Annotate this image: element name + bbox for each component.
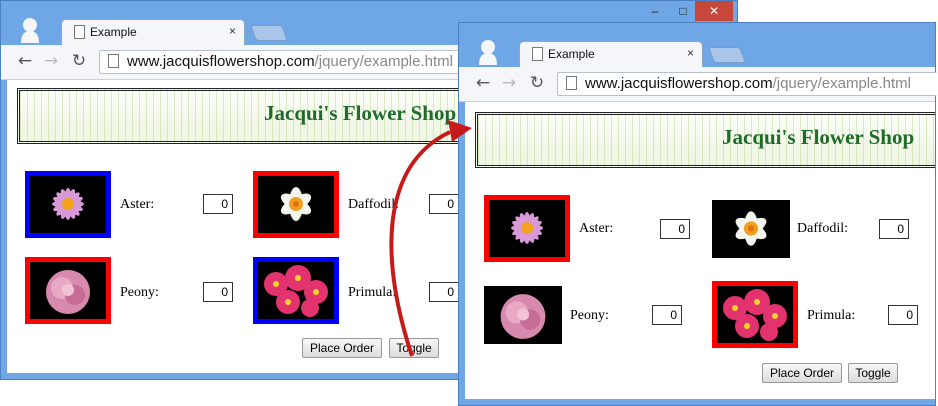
flower-label: Primula:	[348, 285, 397, 300]
toggle-button[interactable]: Toggle	[389, 338, 439, 358]
profile-avatar-icon[interactable]	[477, 39, 499, 65]
flower-label: Aster:	[120, 197, 155, 212]
primula-image[interactable]	[712, 281, 798, 348]
tab-strip: Example ×	[459, 23, 935, 67]
url-path: /jquery/example.html	[314, 53, 453, 70]
daffodil-image[interactable]	[253, 171, 339, 238]
peony-quantity-input[interactable]: 0	[652, 305, 682, 325]
new-tab-button[interactable]	[708, 47, 746, 63]
profile-avatar-icon[interactable]	[19, 17, 41, 43]
peony-flower-icon	[46, 270, 90, 314]
daffodil-image[interactable]	[712, 200, 790, 258]
url-host: www.jacquisflowershop.com	[585, 75, 773, 92]
tab-example[interactable]: Example ×	[61, 19, 245, 45]
peony-quantity-input[interactable]: 0	[203, 282, 233, 302]
page-icon	[532, 47, 543, 61]
address-bar[interactable]: www.jacquisflowershop.com/jquery/example…	[557, 72, 937, 96]
new-tab-button[interactable]	[250, 25, 288, 41]
close-window-icon[interactable]: ✕	[695, 1, 733, 21]
maximize-icon[interactable]: □	[669, 1, 697, 21]
page-content: Jacqui's Flower Shop Aster: 0 Daffodil: …	[465, 102, 935, 399]
flower-label: Primula:	[807, 308, 856, 323]
page-title: Jacqui's Flower Shop	[722, 125, 915, 149]
flower-label: Peony:	[570, 308, 609, 323]
peony-flower-icon	[500, 294, 546, 339]
page-banner: Jacqui's Flower Shop	[475, 112, 935, 168]
back-icon[interactable]: ←	[15, 51, 35, 71]
primula-quantity-input[interactable]: 0	[888, 305, 918, 325]
peony-image[interactable]	[25, 257, 111, 324]
aster-image[interactable]	[25, 171, 111, 238]
place-order-button[interactable]: Place Order	[762, 363, 842, 383]
daffodil-flower-icon	[735, 211, 767, 246]
close-tab-icon[interactable]: ×	[687, 46, 694, 60]
aster-image[interactable]	[484, 195, 570, 262]
page-icon	[108, 54, 119, 68]
place-order-button[interactable]: Place Order	[302, 338, 382, 358]
tab-example[interactable]: Example ×	[519, 41, 703, 67]
browser-window-after: Example × ← → ↻ www.jacquisflowershop.co…	[458, 22, 937, 406]
close-tab-icon[interactable]: ×	[229, 24, 236, 38]
aster-quantity-input[interactable]: 0	[660, 219, 690, 239]
page-title: Jacqui's Flower Shop	[264, 101, 457, 125]
url-host: www.jacquisflowershop.com	[127, 53, 315, 70]
browser-toolbar: ← → ↻ www.jacquisflowershop.com/jquery/e…	[459, 67, 937, 102]
tab-title: Example	[90, 25, 137, 39]
daffodil-quantity-input[interactable]: 0	[879, 219, 909, 239]
reload-icon[interactable]: ↻	[527, 73, 547, 93]
primula-quantity-input[interactable]: 0	[429, 282, 459, 302]
daffodil-quantity-input[interactable]: 0	[429, 194, 459, 214]
minimize-icon[interactable]: ‒	[641, 1, 669, 21]
aster-quantity-input[interactable]: 0	[203, 194, 233, 214]
flower-label: Daffodil:	[348, 197, 400, 212]
page-icon	[74, 25, 85, 39]
peony-image[interactable]	[484, 286, 562, 344]
forward-icon[interactable]: →	[41, 51, 61, 71]
primula-image[interactable]	[253, 257, 339, 324]
forward-icon[interactable]: →	[499, 73, 519, 93]
toggle-button[interactable]: Toggle	[848, 363, 898, 383]
tab-title: Example	[548, 47, 595, 61]
primula-flower-icon	[723, 289, 787, 341]
daffodil-flower-icon	[280, 187, 312, 221]
url-path: /jquery/example.html	[772, 75, 911, 92]
flower-label: Aster:	[579, 221, 614, 236]
primula-flower-icon	[264, 265, 328, 317]
reload-icon[interactable]: ↻	[69, 51, 89, 71]
flower-label: Daffodil:	[797, 221, 849, 236]
back-icon[interactable]: ←	[473, 73, 493, 93]
page-icon	[566, 76, 577, 90]
aster-flower-icon	[511, 212, 543, 244]
flower-label: Peony:	[120, 285, 159, 300]
aster-flower-icon	[52, 188, 84, 220]
